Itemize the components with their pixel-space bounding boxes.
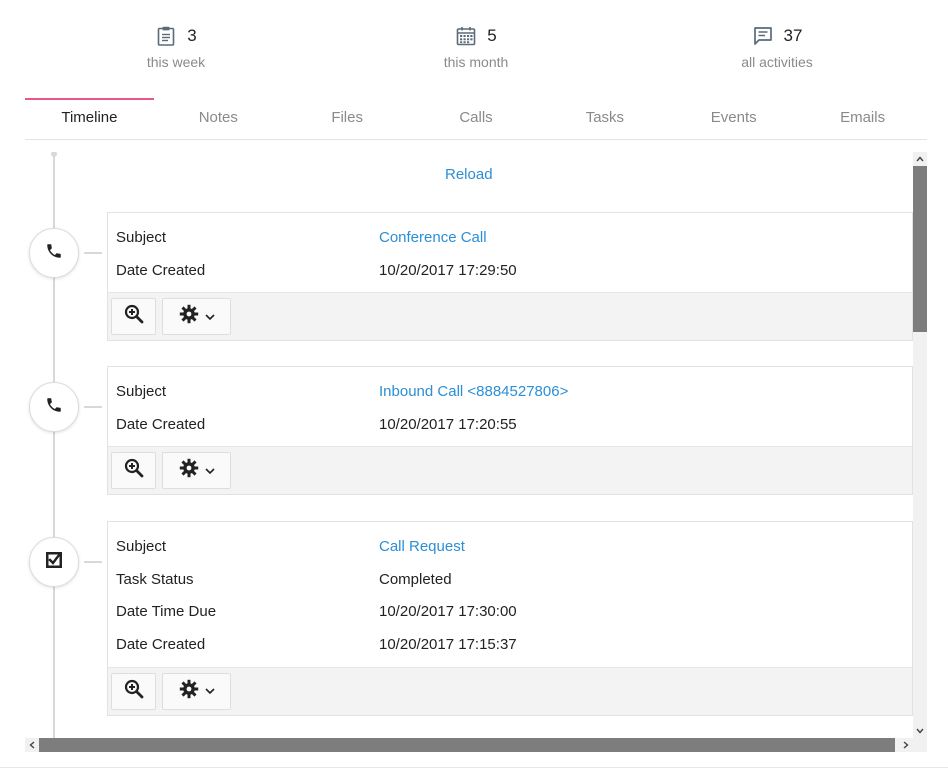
chevron-down-icon <box>204 682 215 700</box>
tab-calls[interactable]: Calls <box>412 98 541 139</box>
tab-events[interactable]: Events <box>669 98 798 139</box>
card-actions <box>108 446 912 495</box>
horizontal-scroll-thumb[interactable] <box>39 738 895 752</box>
activity-card: Subject Call Request Task Status Complet… <box>107 521 913 716</box>
field-row: Subject Call Request <box>108 530 912 563</box>
stat-label: this month <box>443 54 509 70</box>
timeline-node <box>29 228 79 278</box>
field-row: Task Status Completed <box>108 563 912 596</box>
bottom-divider <box>0 767 948 768</box>
scroll-down-arrow[interactable] <box>913 724 927 738</box>
zoom-in-icon <box>124 458 144 483</box>
field-row: Date Created 10/20/2017 17:15:37 <box>108 628 912 661</box>
field-value: 10/20/2017 17:29:50 <box>379 261 517 279</box>
stat-this-week: 3 this week <box>76 22 276 70</box>
timeline-node <box>29 537 79 587</box>
vertical-scrollbar[interactable] <box>913 152 927 738</box>
card-actions <box>108 666 912 715</box>
field-label: Subject <box>116 382 167 400</box>
scroll-up-arrow[interactable] <box>913 152 927 166</box>
stat-label: all activities <box>741 54 813 70</box>
stat-this-month: 5 this month <box>376 22 576 70</box>
phone-icon <box>45 396 63 419</box>
zoom-in-icon <box>124 304 144 329</box>
field-row: Date Time Due 10/20/2017 17:30:00 <box>108 595 912 628</box>
settings-dropdown-button[interactable] <box>162 452 231 490</box>
gear-icon <box>179 458 199 483</box>
settings-dropdown-button[interactable] <box>162 672 231 710</box>
tab-tasks[interactable]: Tasks <box>540 98 669 139</box>
chevron-down-icon <box>204 308 215 326</box>
stat-count: 37 <box>783 26 803 45</box>
calendar-icon <box>455 25 477 47</box>
field-value: Completed <box>379 570 452 588</box>
field-label: Subject <box>116 537 167 555</box>
field-value: 10/20/2017 17:15:37 <box>379 635 517 653</box>
gear-icon <box>179 304 199 329</box>
chevron-down-icon <box>204 462 215 480</box>
activity-stats: 3 this week 5 this month 37 all activiti… <box>0 0 948 90</box>
timeline-panel: Reload Subject Conference Call Date Crea… <box>25 152 927 738</box>
stat-label: this week <box>146 54 206 70</box>
tab-emails[interactable]: Emails <box>798 98 927 139</box>
reload-link[interactable]: Reload <box>445 166 493 183</box>
field-row: Subject Conference Call <box>108 221 912 254</box>
timeline-connector <box>84 406 102 408</box>
view-button[interactable] <box>111 298 156 336</box>
tab-files[interactable]: Files <box>283 98 412 139</box>
subject-link[interactable]: Conference Call <box>379 229 487 246</box>
view-button[interactable] <box>111 452 156 490</box>
scroll-right-arrow[interactable] <box>899 738 913 752</box>
field-value: 10/20/2017 17:20:55 <box>379 415 517 433</box>
clipboard-icon <box>155 25 177 47</box>
field-row: Date Created 10/20/2017 17:29:50 <box>108 254 912 287</box>
vertical-scroll-thumb[interactable] <box>913 166 927 332</box>
gear-icon <box>179 679 199 704</box>
field-label: Date Created <box>116 261 206 279</box>
tab-notes[interactable]: Notes <box>154 98 283 139</box>
activity-card: Subject Inbound Call <8884527806> Date C… <box>107 366 913 496</box>
subject-link[interactable]: Call Request <box>379 538 465 555</box>
card-actions <box>108 292 912 341</box>
stat-all-activities: 37 all activities <box>677 22 877 70</box>
field-label: Subject <box>116 228 167 246</box>
field-label: Date Created <box>116 635 206 653</box>
field-value: 10/20/2017 17:30:00 <box>379 603 517 621</box>
stat-count: 3 <box>187 26 197 45</box>
phone-icon <box>45 242 63 265</box>
field-label: Date Created <box>116 415 206 433</box>
view-button[interactable] <box>111 672 156 710</box>
activity-card: Subject Conference Call Date Created 10/… <box>107 212 913 342</box>
timeline-node <box>29 382 79 432</box>
tab-timeline[interactable]: Timeline <box>25 98 154 139</box>
horizontal-scrollbar[interactable] <box>25 738 913 752</box>
subject-link[interactable]: Inbound Call <8884527806> <box>379 383 568 400</box>
task-check-icon <box>45 551 63 574</box>
timeline-start-dot <box>51 152 57 157</box>
zoom-in-icon <box>124 679 144 704</box>
field-label: Task Status <box>116 570 194 588</box>
timeline-connector <box>84 561 102 563</box>
field-row: Subject Inbound Call <8884527806> <box>108 375 912 408</box>
scroll-left-arrow[interactable] <box>25 738 39 752</box>
field-label: Date Time Due <box>116 603 217 621</box>
scrollbar-corner <box>913 738 927 752</box>
field-row: Date Created 10/20/2017 17:20:55 <box>108 408 912 441</box>
comment-icon <box>752 25 774 47</box>
timeline-connector <box>84 252 102 254</box>
settings-dropdown-button[interactable] <box>162 298 231 336</box>
stat-count: 5 <box>487 26 497 45</box>
activity-tabs: Timeline Notes Files Calls Tasks Events … <box>25 98 927 140</box>
